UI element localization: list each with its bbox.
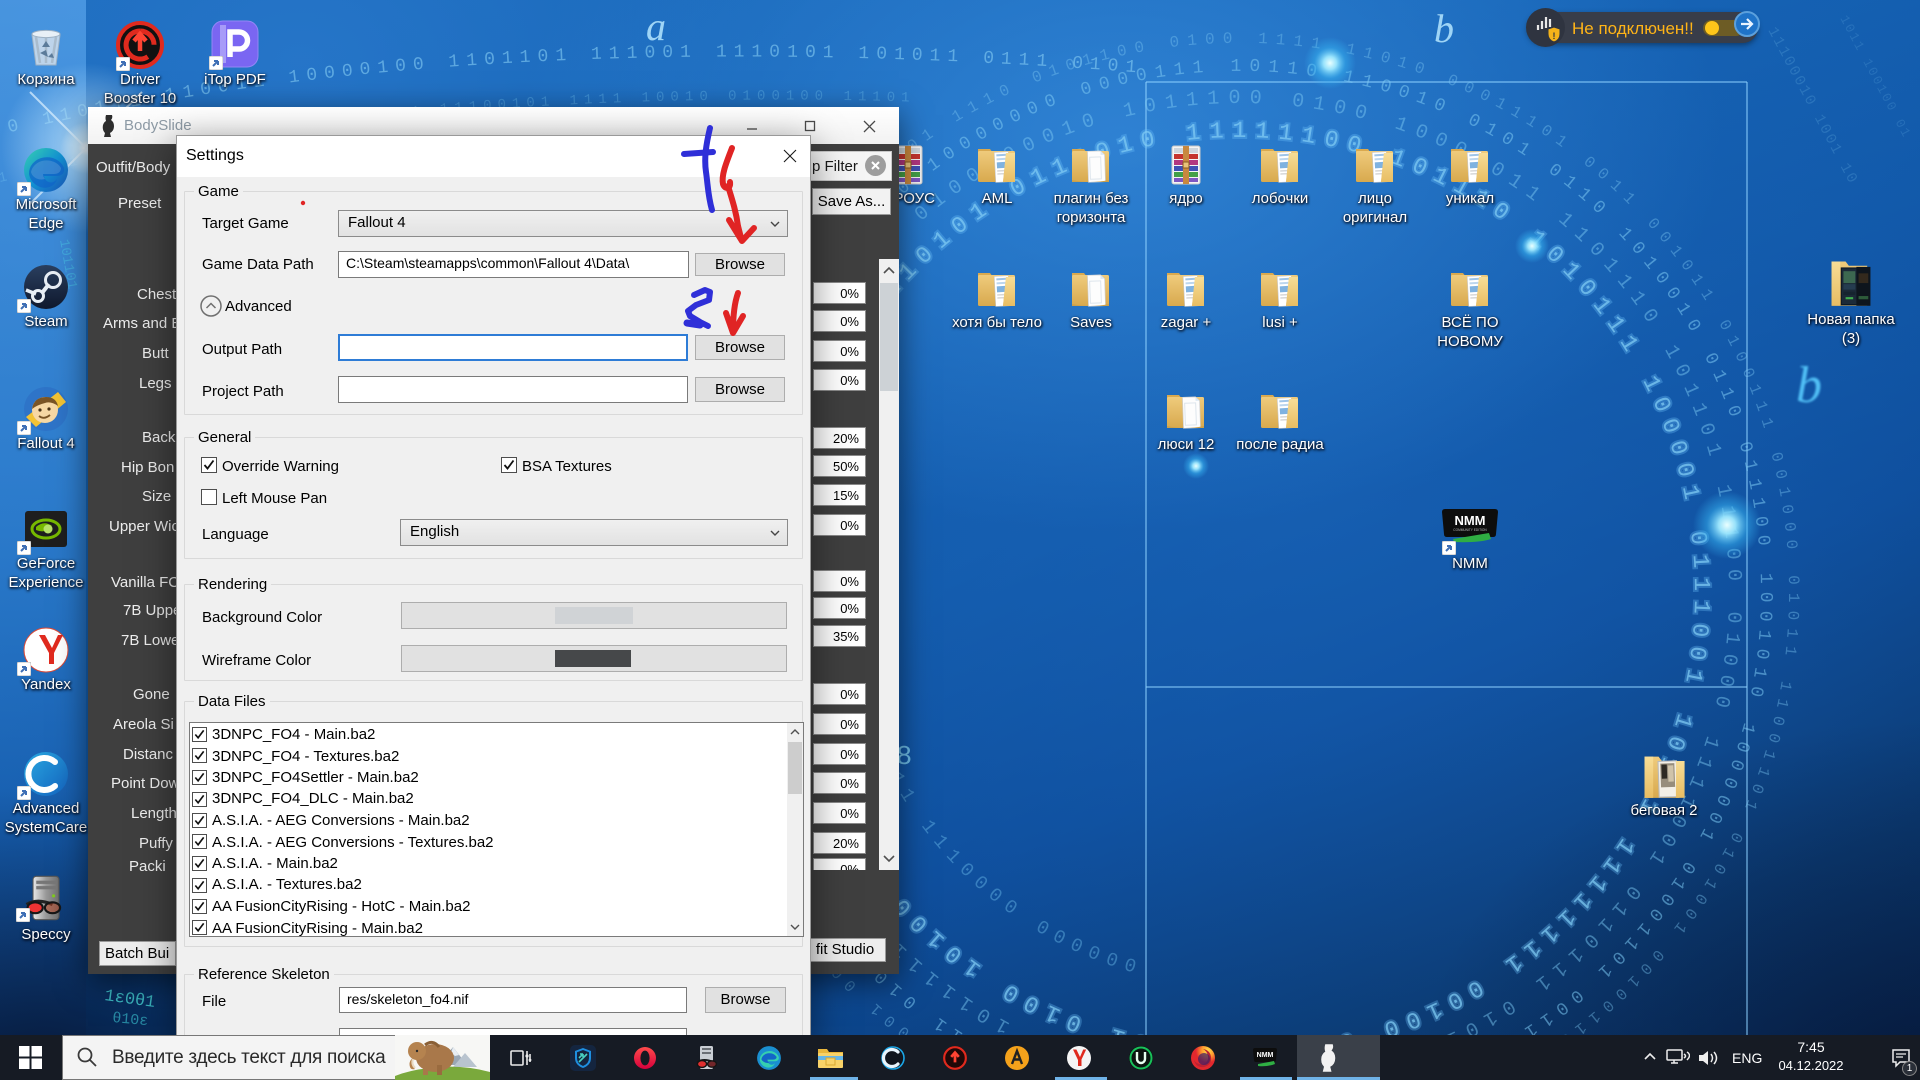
svg-text:11100010 1001 10: 11100010 1001 10 [1764,24,1862,187]
svg-text:NMM: NMM [1256,1052,1273,1059]
svg-text:1ε0θ1: 1ε0θ1 [103,987,156,1013]
svg-text:b: b [1796,357,1822,414]
svg-text:a: a [646,4,666,49]
svg-text:b: b [1434,6,1454,51]
svg-text:NMM: NMM [1454,513,1485,528]
svg-text:COMMUNITY EDITION: COMMUNITY EDITION [1453,528,1487,532]
svg-text:1011 100100 01: 1011 100100 01 [1836,13,1914,141]
svg-text:θ10ε: θ10ε [112,1010,149,1030]
svg-text:!: ! [1553,31,1556,41]
